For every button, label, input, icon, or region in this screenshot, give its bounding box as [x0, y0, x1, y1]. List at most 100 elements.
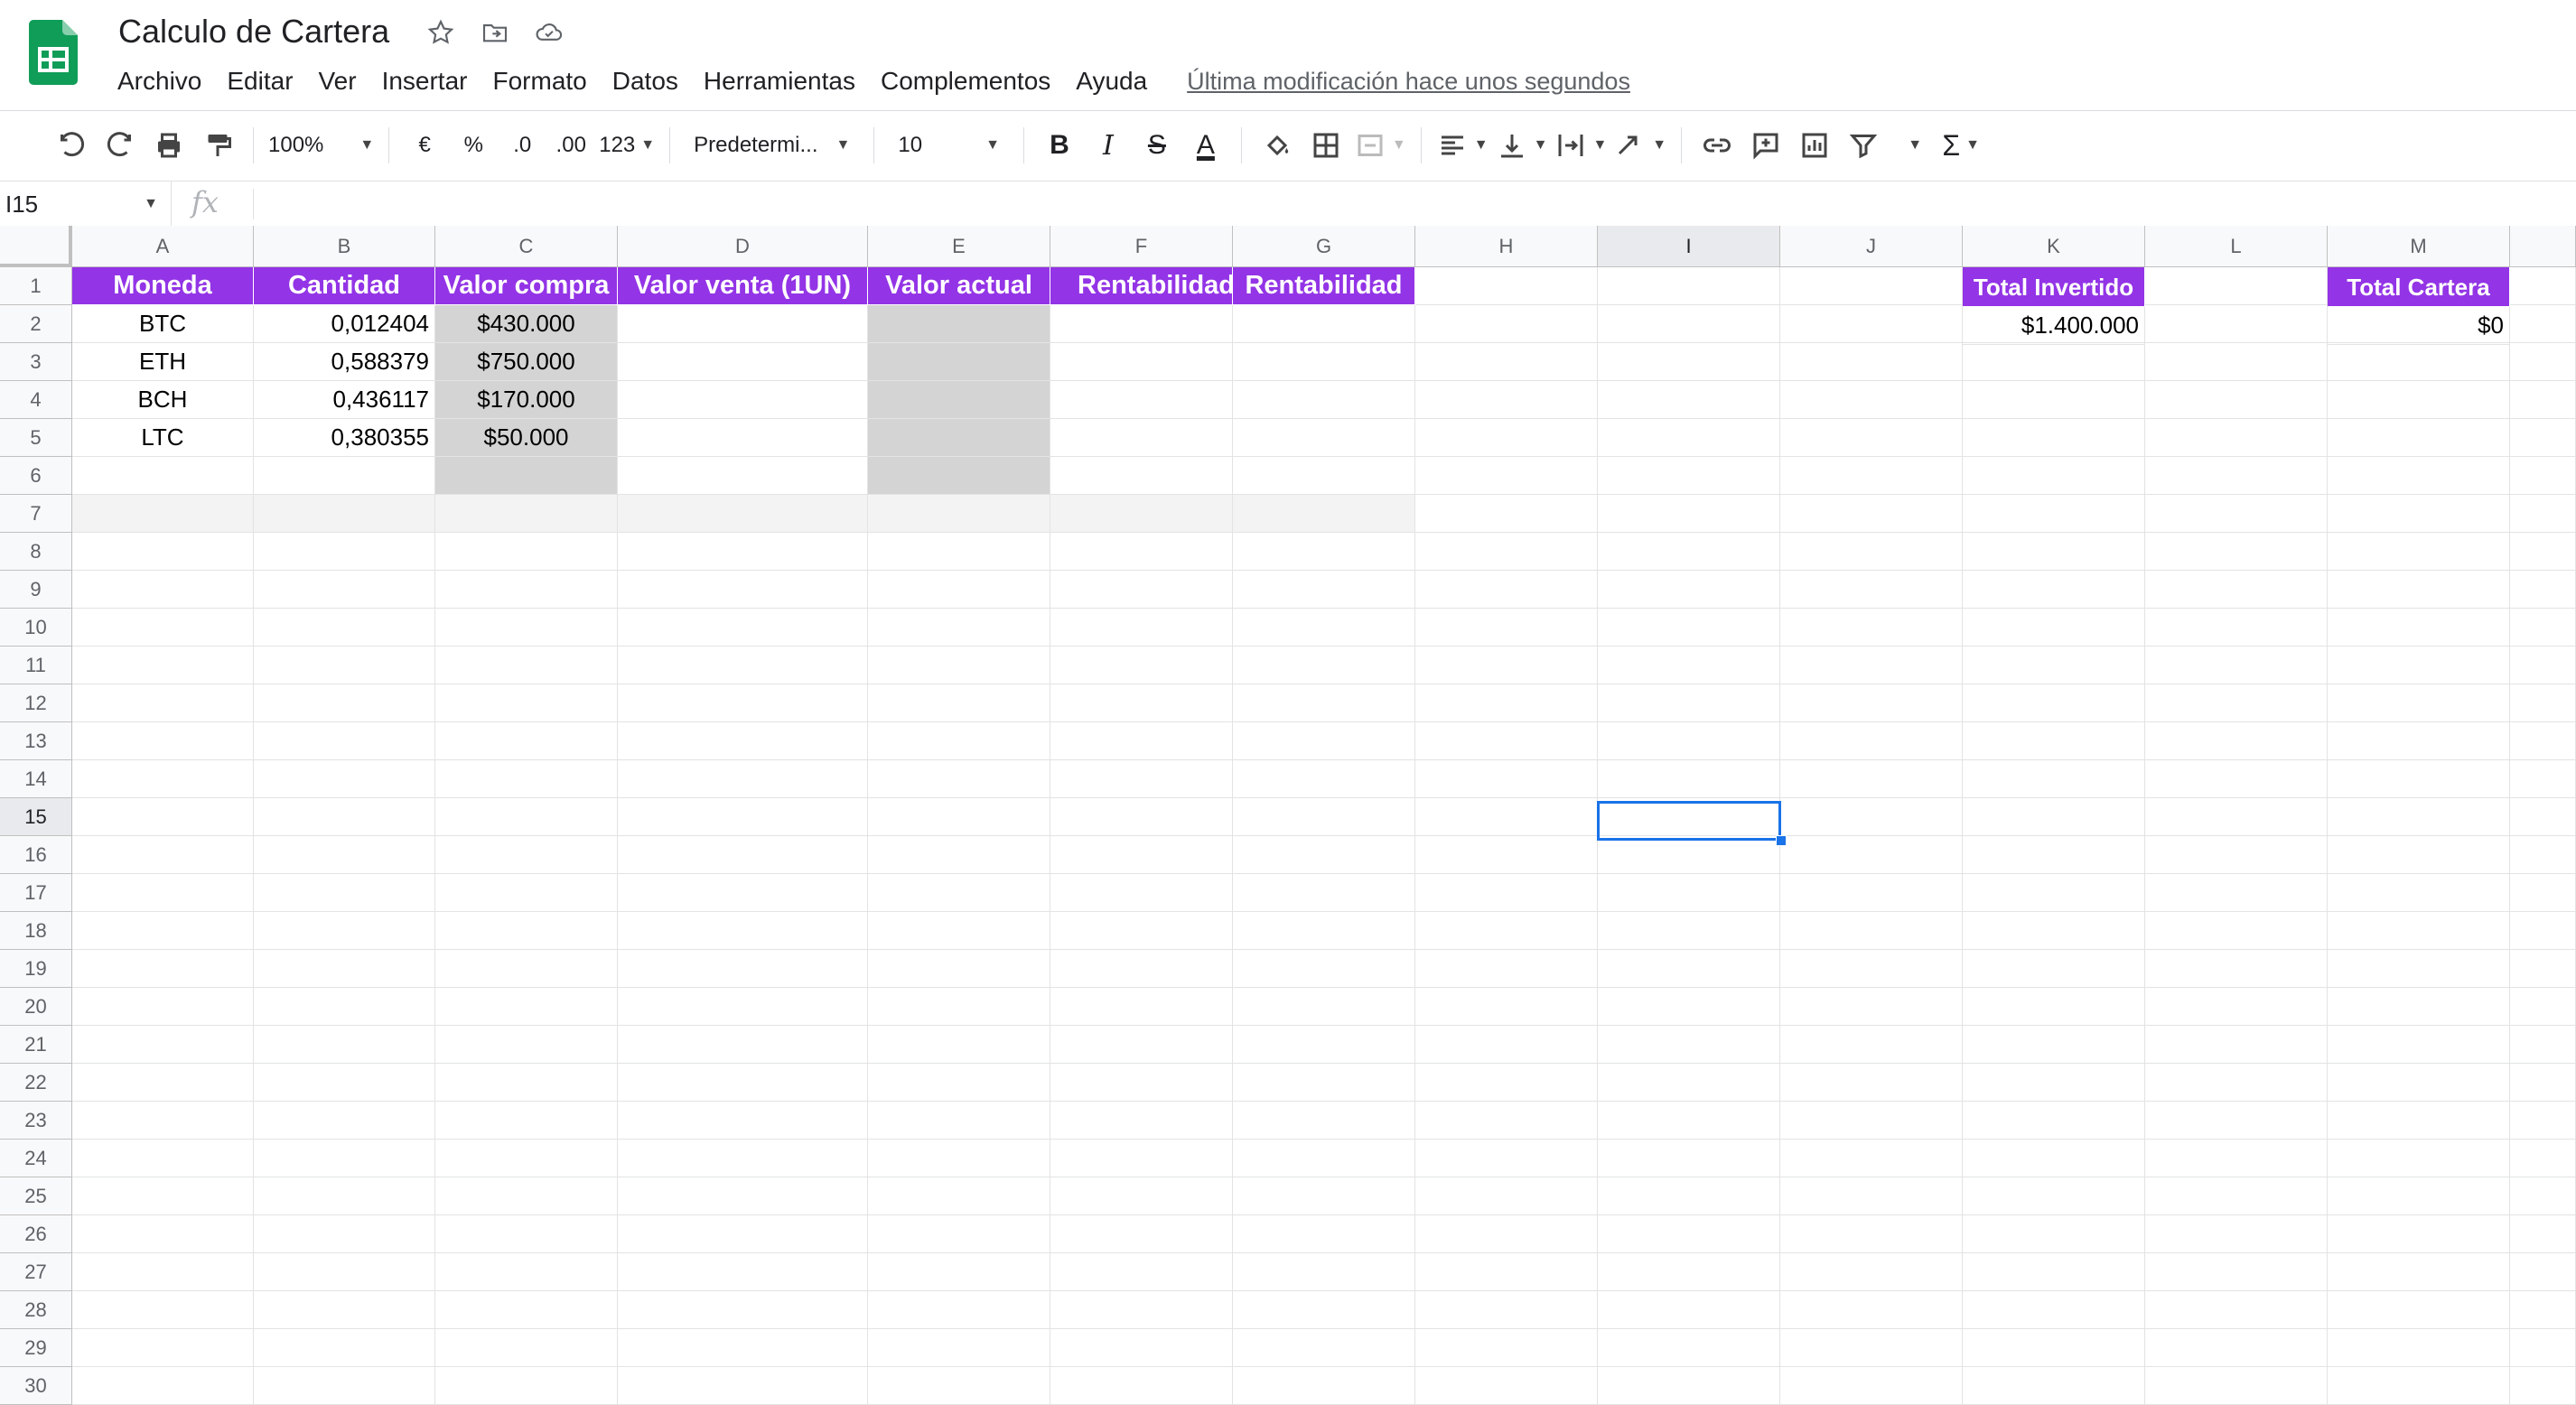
grid-cell[interactable] [1598, 1329, 1780, 1367]
grid-cell[interactable] [1050, 1291, 1233, 1329]
row-header[interactable]: 21 [0, 1026, 72, 1064]
column-header-e[interactable]: E [868, 226, 1050, 267]
grid-cell[interactable] [1233, 419, 1415, 457]
grid-cell[interactable] [435, 722, 618, 760]
grid-cell[interactable] [2145, 912, 2328, 950]
grid-cell[interactable] [1233, 722, 1415, 760]
grid-cell[interactable] [1050, 760, 1233, 798]
text-rotation-icon[interactable]: ▼ [1614, 125, 1666, 166]
grid-cell[interactable] [1050, 457, 1233, 495]
cell-a4[interactable]: BCH [72, 381, 254, 419]
cell-e7[interactable] [868, 495, 1050, 533]
grid-cell[interactable] [1963, 836, 2145, 874]
grid-cell[interactable] [1598, 1367, 1780, 1405]
cloud-status-icon[interactable] [533, 16, 565, 49]
grid-cell[interactable] [868, 1367, 1050, 1405]
column-header-c[interactable]: C [435, 226, 618, 267]
row-header[interactable]: 6 [0, 457, 72, 495]
menu-insertar[interactable]: Insertar [369, 63, 481, 99]
functions-button[interactable]: Σ ▼ [1940, 125, 1982, 166]
grid-cell[interactable] [1598, 609, 1780, 647]
row-header[interactable]: 24 [0, 1140, 72, 1177]
grid-cell[interactable] [1963, 912, 2145, 950]
grid-cell[interactable] [72, 1367, 254, 1405]
grid-cell[interactable] [1780, 495, 1963, 533]
grid-cell[interactable] [1963, 495, 2145, 533]
grid-cell[interactable] [254, 988, 435, 1026]
grid-cell[interactable] [435, 798, 618, 836]
grid-cell[interactable] [1598, 1177, 1780, 1215]
grid-cell[interactable] [1598, 1064, 1780, 1102]
grid-cell[interactable] [2510, 533, 2576, 571]
row-header[interactable]: 30 [0, 1367, 72, 1405]
grid-cell[interactable] [72, 684, 254, 722]
grid-cell[interactable] [1598, 457, 1780, 495]
grid-cell[interactable] [1963, 1064, 2145, 1102]
row-header[interactable]: 2 [0, 305, 72, 343]
grid-cell[interactable] [1050, 571, 1233, 609]
column-header-f[interactable]: F [1050, 226, 1233, 267]
grid-cell[interactable] [2510, 305, 2576, 343]
grid-cell[interactable] [2145, 1253, 2328, 1291]
grid-cell[interactable] [1963, 722, 2145, 760]
grid-cell[interactable] [72, 457, 254, 495]
grid-cell[interactable] [2145, 1215, 2328, 1253]
grid-cell[interactable] [254, 760, 435, 798]
grid-cell[interactable] [1050, 798, 1233, 836]
grid-cell[interactable] [618, 419, 868, 457]
grid-cell[interactable] [1780, 609, 1963, 647]
row-header[interactable]: 23 [0, 1102, 72, 1140]
grid-cell[interactable] [1780, 1064, 1963, 1102]
grid-cell[interactable] [618, 1253, 868, 1291]
grid-cell[interactable] [435, 1367, 618, 1405]
grid-cell[interactable] [618, 647, 868, 684]
grid-cell[interactable] [1050, 305, 1233, 343]
grid-cell[interactable] [2145, 1329, 2328, 1367]
cell-e4[interactable] [868, 381, 1050, 419]
grid-cell[interactable] [1415, 912, 1598, 950]
borders-icon[interactable] [1305, 125, 1347, 166]
grid-cell[interactable] [1415, 1026, 1598, 1064]
row-header[interactable]: 15 [0, 798, 72, 836]
grid-cell[interactable] [72, 1102, 254, 1140]
grid-cell[interactable] [2328, 1064, 2510, 1102]
grid-cell[interactable] [254, 950, 435, 988]
column-header-j[interactable]: J [1780, 226, 1963, 267]
grid-cell[interactable] [435, 1253, 618, 1291]
grid-cell[interactable] [618, 571, 868, 609]
cell-a3[interactable]: ETH [72, 343, 254, 381]
grid-cell[interactable] [618, 760, 868, 798]
grid-cell[interactable] [435, 988, 618, 1026]
grid-cell[interactable] [868, 1329, 1050, 1367]
grid-cell[interactable] [435, 533, 618, 571]
grid-cell[interactable] [1050, 609, 1233, 647]
grid-cell[interactable] [2510, 1329, 2576, 1367]
column-header-m[interactable]: M [2328, 226, 2510, 267]
grid-cell[interactable] [1963, 874, 2145, 912]
grid-cell[interactable] [1963, 647, 2145, 684]
grid-cell[interactable] [2328, 381, 2510, 419]
grid-cell[interactable] [1050, 343, 1233, 381]
grid-cell[interactable] [435, 609, 618, 647]
zoom-select[interactable]: 100% ▼ [268, 125, 374, 166]
grid-cell[interactable] [254, 722, 435, 760]
grid-cell[interactable] [2328, 1026, 2510, 1064]
grid-cell[interactable] [1598, 1215, 1780, 1253]
grid-cell[interactable] [868, 1064, 1050, 1102]
grid-cell[interactable] [868, 1215, 1050, 1253]
grid-cell[interactable] [1415, 874, 1598, 912]
grid-cell[interactable] [868, 1291, 1050, 1329]
column-header-h[interactable]: H [1415, 226, 1598, 267]
grid-cell[interactable] [2510, 647, 2576, 684]
grid-cell[interactable] [1233, 1026, 1415, 1064]
grid-cell[interactable] [1963, 798, 2145, 836]
grid-cell[interactable] [1598, 419, 1780, 457]
sheets-logo-icon[interactable] [29, 20, 78, 85]
grid-cell[interactable] [254, 1177, 435, 1215]
column-header-i[interactable]: I [1598, 226, 1780, 267]
grid-cell[interactable] [254, 1064, 435, 1102]
grid-cell[interactable] [868, 988, 1050, 1026]
grid-cell[interactable] [2145, 988, 2328, 1026]
insert-chart-icon[interactable] [1794, 125, 1835, 166]
grid-cell[interactable] [868, 1140, 1050, 1177]
